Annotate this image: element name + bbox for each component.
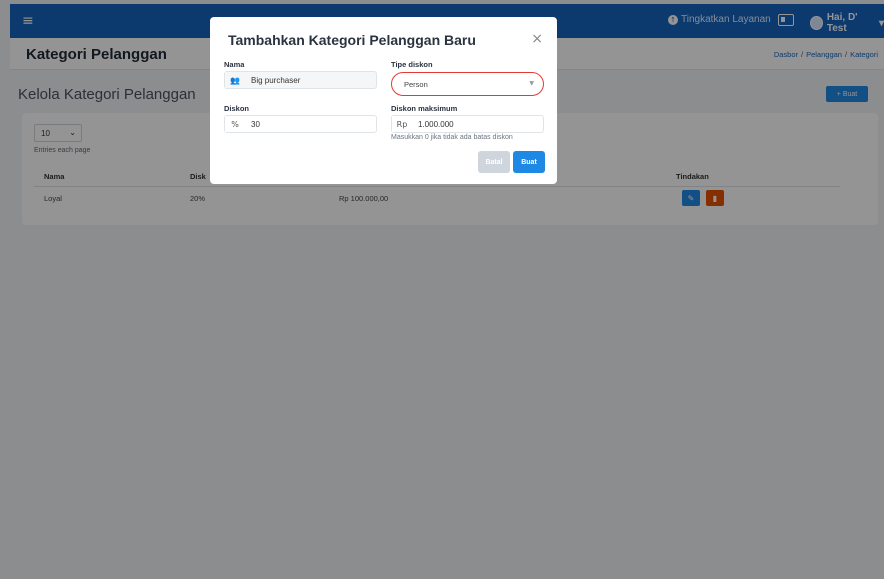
discount-label: Diskon	[224, 104, 250, 113]
name-value: Big purchaser	[251, 75, 301, 85]
discount-field[interactable]: % 30	[224, 115, 377, 133]
discount-type-select[interactable]: Person ▼	[391, 72, 544, 96]
users-icon: 👥	[225, 72, 245, 88]
close-icon[interactable]: ×	[531, 31, 543, 47]
max-discount-value: 1.000.000	[418, 119, 454, 129]
modal-title: Tambahkan Kategori Pelanggan Baru	[228, 32, 476, 48]
discount-value: 30	[251, 119, 260, 129]
max-discount-hint: Masukkan 0 jika tidak ada batas diskon	[391, 134, 513, 141]
submit-button[interactable]: Buat	[513, 151, 545, 173]
cancel-button[interactable]: Batal	[478, 151, 510, 173]
chevron-down-icon: ▼	[529, 80, 534, 87]
name-label: Nama	[224, 60, 245, 69]
max-discount-field[interactable]: Rp 1.000.000	[391, 115, 544, 133]
percent-addon: %	[225, 116, 245, 132]
currency-addon: Rp	[392, 116, 412, 132]
name-field[interactable]: 👥 Big purchaser	[224, 71, 377, 89]
discount-type-value: Person	[404, 79, 428, 89]
max-discount-label: Diskon maksimum	[391, 104, 458, 113]
add-category-modal: Tambahkan Kategori Pelanggan Baru × Nama…	[210, 17, 557, 184]
discount-type-label: Tipe diskon	[391, 60, 433, 69]
